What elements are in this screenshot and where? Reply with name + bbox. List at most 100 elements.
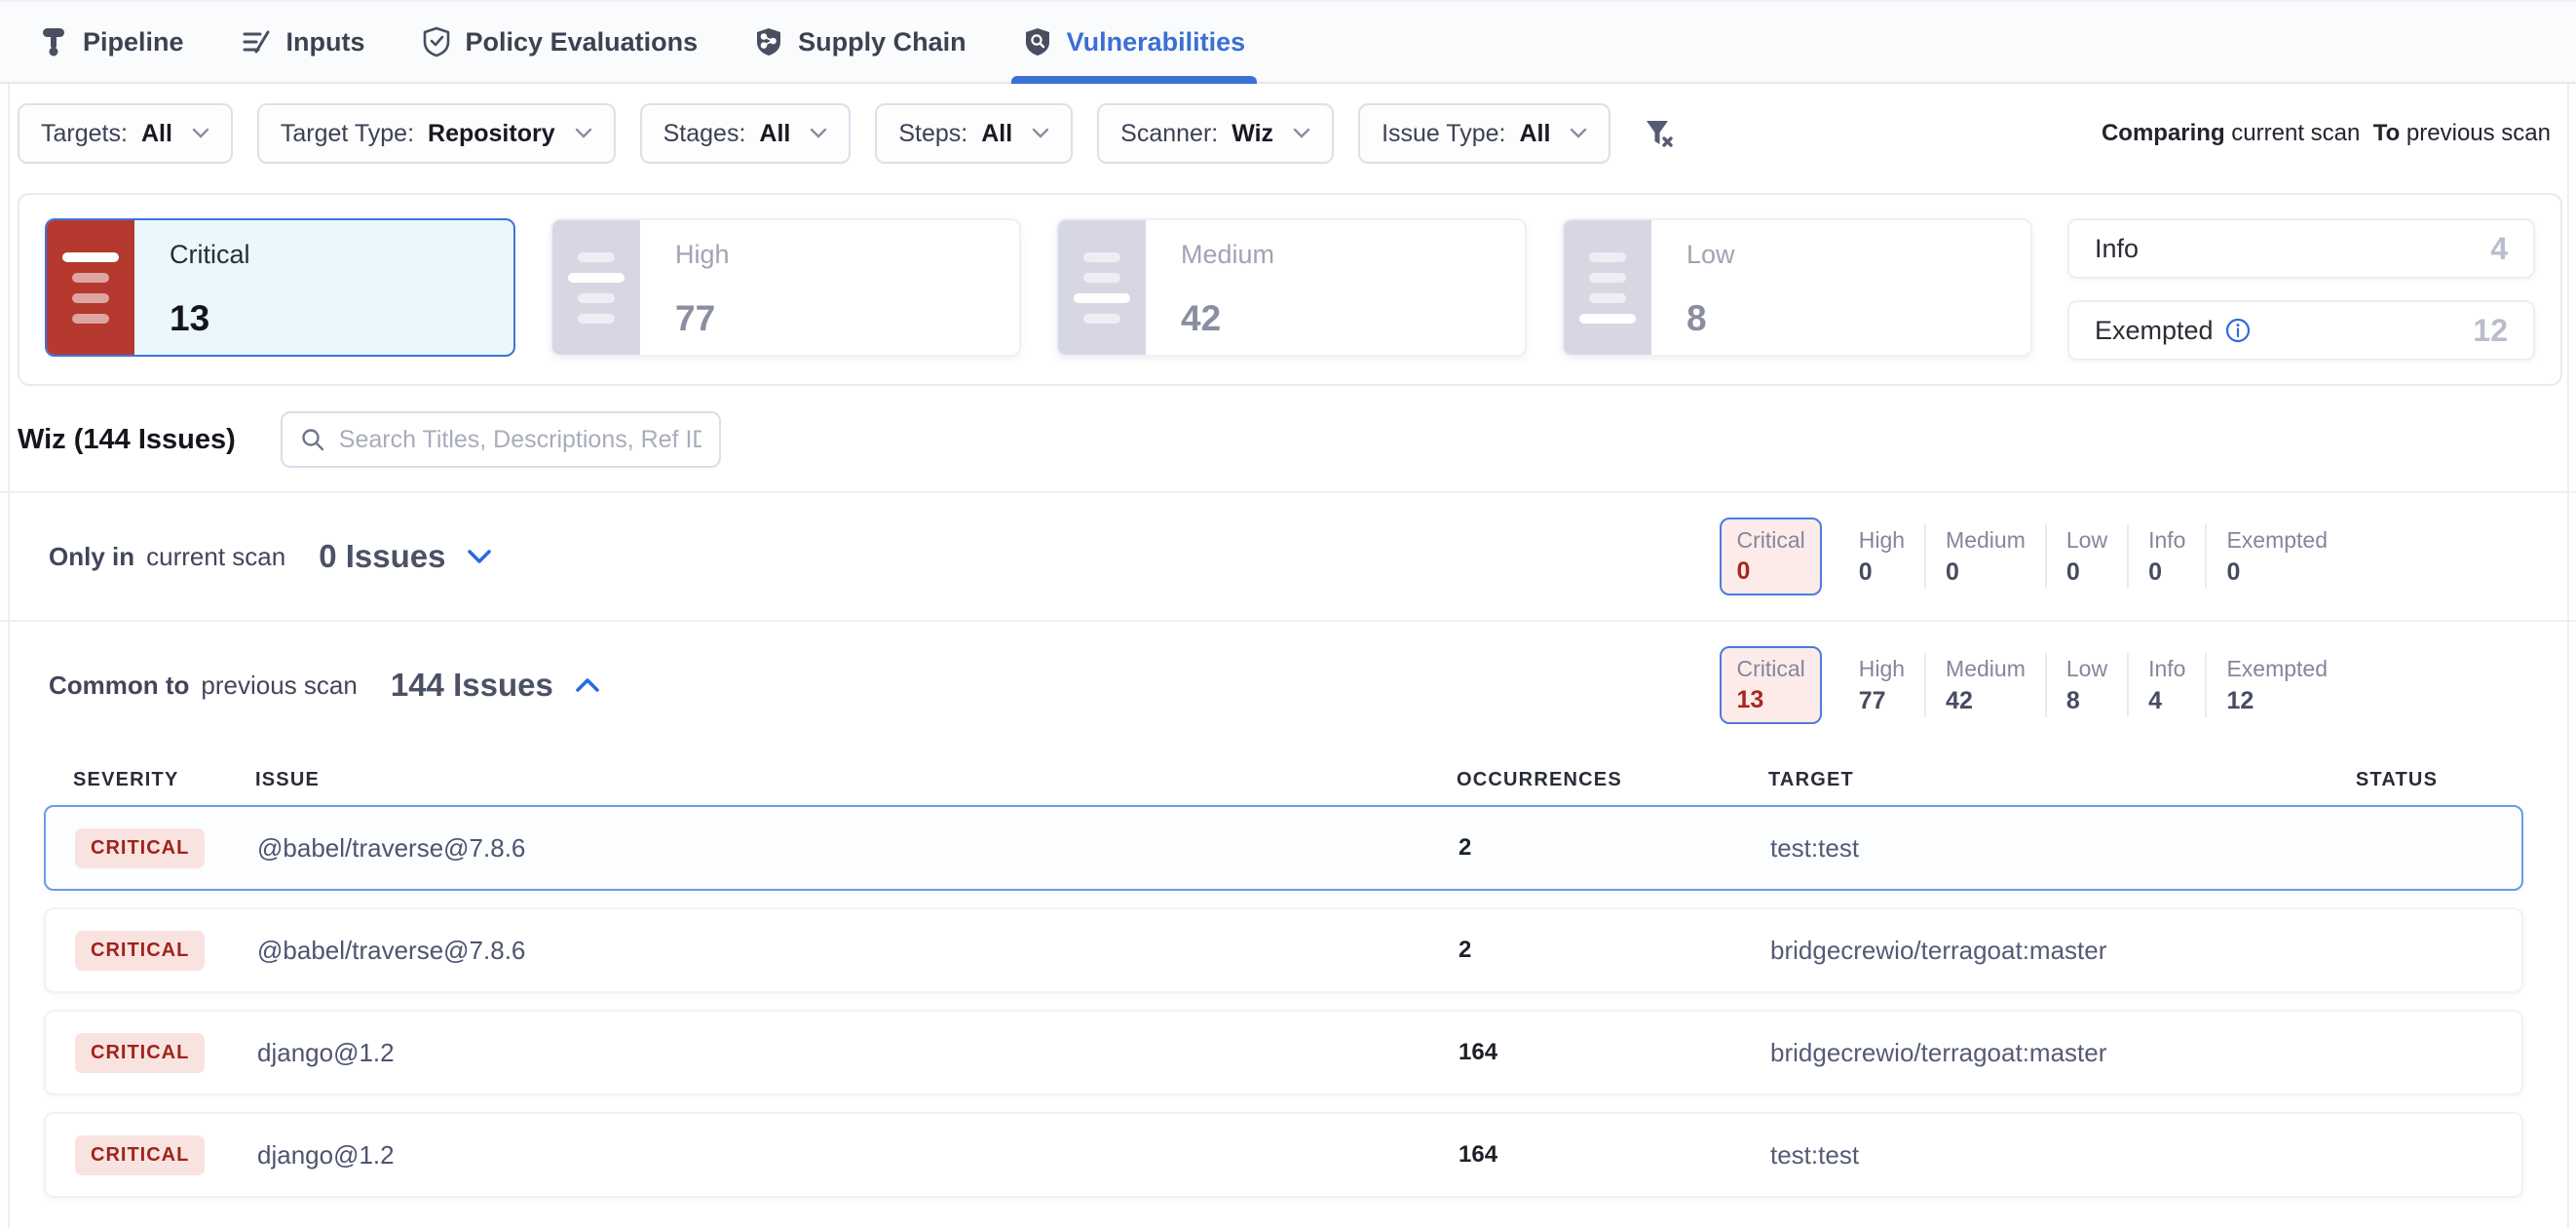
severity-card-info[interactable]: Info 4 — [2067, 218, 2535, 279]
comparing-bold: Comparing — [2102, 120, 2225, 146]
filter-scanner[interactable]: Scanner: Wiz — [1097, 103, 1334, 164]
severity-count-exempted[interactable]: Exempted 0 — [2205, 524, 2347, 589]
section-scope: previous scan — [201, 671, 357, 701]
tab-label: Supply Chain — [798, 27, 966, 58]
severity-count-high[interactable]: High 77 — [1839, 653, 1924, 717]
filter-label: Targets: — [41, 120, 128, 148]
tab-policy-evaluations[interactable]: Policy Evaluations — [422, 2, 699, 82]
filter-label: Issue Type: — [1382, 120, 1505, 148]
info-icon[interactable] — [2225, 318, 2251, 343]
severity-card-label: Critical — [170, 240, 513, 270]
severity-level-icon — [552, 220, 640, 355]
severity-card-high[interactable]: High 77 — [550, 218, 1021, 357]
table-row[interactable]: CRITICAL @babel/traverse@7.8.6 2 bridgec… — [44, 907, 2523, 993]
occurrences-cell: 2 — [1458, 834, 1770, 862]
severity-count-critical[interactable]: Critical 13 — [1720, 646, 1821, 724]
target-cell: test:test — [1770, 1140, 2272, 1170]
search-input[interactable] — [339, 426, 701, 454]
supply-chain-icon — [754, 26, 783, 58]
tab-label: Policy Evaluations — [466, 27, 699, 58]
tab-pipeline[interactable]: Pipeline — [39, 2, 184, 82]
comparing-to: To — [2373, 120, 2401, 146]
severity-count-medium[interactable]: Medium 0 — [1924, 524, 2045, 589]
tab-vulnerabilities[interactable]: Vulnerabilities — [1023, 2, 1246, 82]
severity-count-info[interactable]: Info 4 — [2127, 653, 2205, 717]
table-row[interactable]: CRITICAL @babel/traverse@7.8.6 2 test:te… — [44, 805, 2523, 891]
severity-level-icon — [1058, 220, 1146, 355]
severity-level-icon — [1564, 220, 1651, 355]
filter-value: All — [1519, 120, 1550, 148]
severity-card-label: Medium — [1181, 240, 1525, 270]
tab-inputs[interactable]: Inputs — [241, 2, 365, 82]
column-header-status: STATUS — [2270, 769, 2523, 791]
section-prefix: Common to — [49, 671, 189, 701]
table-row[interactable]: CRITICAL django@1.2 164 bridgecrewio/ter… — [44, 1010, 2523, 1095]
severity-count-medium[interactable]: Medium 42 — [1924, 653, 2045, 717]
policy-evaluations-icon — [422, 26, 451, 58]
tab-label: Vulnerabilities — [1067, 27, 1246, 58]
severity-card-label: High — [675, 240, 1019, 270]
severity-card-critical[interactable]: Critical 13 — [45, 218, 515, 357]
table-row[interactable]: CRITICAL django@1.2 164 test:test — [44, 1112, 2523, 1198]
severity-badge: CRITICAL — [75, 931, 205, 971]
info-exempted-column: Info 4 Exempted 12 — [2067, 218, 2535, 361]
chevron-down-icon — [1570, 128, 1587, 139]
side-card-label: Info — [2095, 234, 2139, 264]
filter-target-type[interactable]: Target Type: Repository — [257, 103, 616, 164]
severity-level-icon — [47, 220, 134, 355]
section-only-in-current-scan: Only in current scan 0 Issues Critical 0… — [0, 493, 2576, 620]
issue-cell: @babel/traverse@7.8.6 — [257, 833, 1458, 863]
filter-issue-type[interactable]: Issue Type: All — [1358, 103, 1610, 164]
filter-value: All — [141, 120, 172, 148]
column-header-target: TARGET — [1768, 769, 2270, 791]
filter-row: Targets: All Target Type: Repository Sta… — [0, 84, 2576, 179]
target-cell: test:test — [1770, 833, 2272, 863]
severity-count-low[interactable]: Low 0 — [2045, 524, 2127, 589]
filter-label: Steps: — [898, 120, 967, 148]
filter-value: All — [981, 120, 1012, 148]
filter-label: Scanner: — [1120, 120, 1218, 148]
clear-filters-icon[interactable] — [1641, 117, 1676, 150]
filter-value: Wiz — [1231, 120, 1273, 148]
column-header-occurrences: OCCURRENCES — [1457, 769, 1768, 791]
filter-label: Target Type: — [281, 120, 414, 148]
table-header: SEVERITY ISSUE OCCURRENCES TARGET STATUS — [44, 754, 2523, 805]
occurrences-cell: 164 — [1458, 1141, 1770, 1169]
chevron-down-icon[interactable] — [467, 549, 492, 564]
target-cell: bridgecrewio/terragoat:master — [1770, 936, 2272, 966]
severity-counts: Critical 13 High 77 Medium 42 Low 8 Info… — [1720, 646, 2347, 724]
section-prefix: Only in — [49, 542, 134, 572]
section-issue-count[interactable]: 0 Issues — [319, 538, 445, 575]
comparing-previous: previous scan — [2406, 120, 2551, 146]
severity-count-low[interactable]: Low 8 — [2045, 653, 2127, 717]
filter-value: All — [759, 120, 790, 148]
filter-value: Repository — [428, 120, 555, 148]
chevron-up-icon[interactable] — [575, 677, 600, 693]
severity-summary-panel: Critical 13 High 77 Medium 42 Low 8 — [18, 193, 2562, 386]
issue-cell: django@1.2 — [257, 1038, 1458, 1068]
severity-card-exempted[interactable]: Exempted 12 — [2067, 300, 2535, 361]
chevron-down-icon — [192, 128, 209, 139]
search-icon — [300, 427, 325, 452]
severity-card-count: 13 — [170, 298, 513, 339]
comparing-label: Comparing current scan To previous scan — [2102, 120, 2551, 147]
tab-supply-chain[interactable]: Supply Chain — [754, 2, 966, 82]
severity-card-low[interactable]: Low 8 — [1562, 218, 2032, 357]
filter-targets[interactable]: Targets: All — [18, 103, 233, 164]
severity-card-medium[interactable]: Medium 42 — [1056, 218, 1527, 357]
filter-steps[interactable]: Steps: All — [875, 103, 1073, 164]
severity-count-critical[interactable]: Critical 0 — [1720, 518, 1821, 595]
severity-badge: CRITICAL — [75, 1033, 205, 1073]
section-common-to-previous-scan: Common to previous scan 144 Issues Criti… — [0, 622, 2576, 748]
section-scope: current scan — [146, 542, 285, 572]
chevron-down-icon — [1293, 128, 1310, 139]
column-header-issue: ISSUE — [255, 769, 1457, 791]
severity-count-info[interactable]: Info 0 — [2127, 524, 2205, 589]
filter-stages[interactable]: Stages: All — [640, 103, 852, 164]
severity-count-high[interactable]: High 0 — [1839, 524, 1924, 589]
target-cell: bridgecrewio/terragoat:master — [1770, 1038, 2272, 1068]
section-issue-count[interactable]: 144 Issues — [391, 667, 553, 704]
occurrences-cell: 2 — [1458, 937, 1770, 964]
severity-count-exempted[interactable]: Exempted 12 — [2205, 653, 2347, 717]
occurrences-cell: 164 — [1458, 1039, 1770, 1066]
